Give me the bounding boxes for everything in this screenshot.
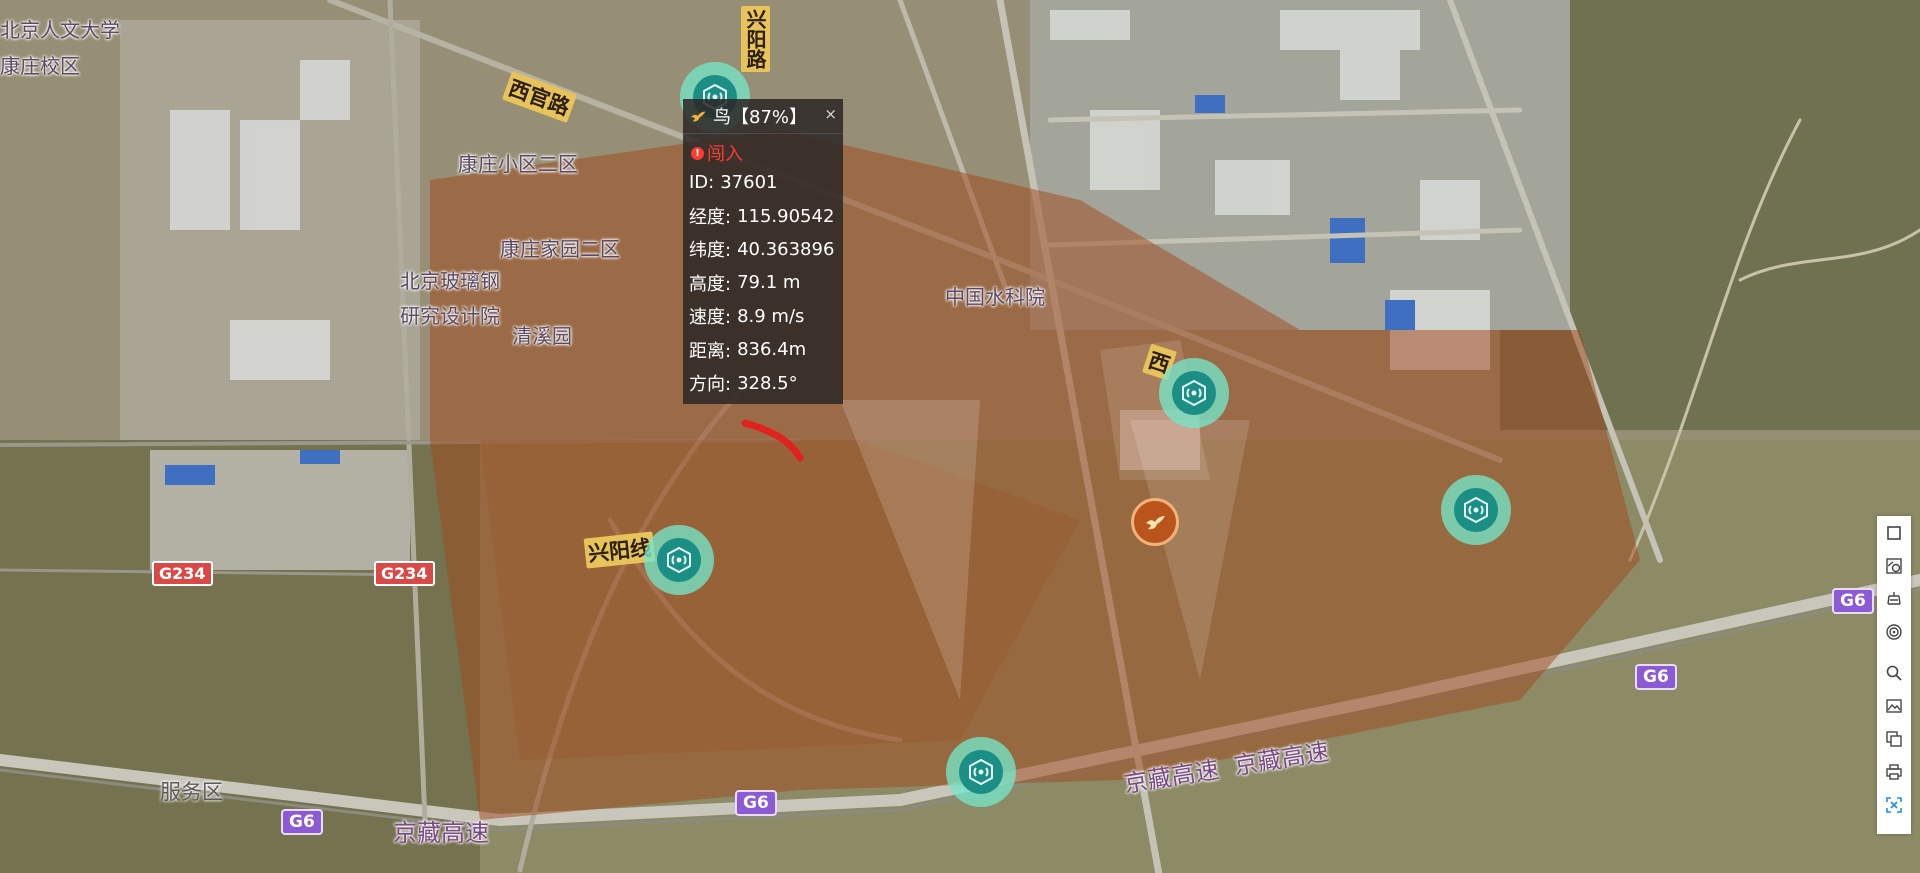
g234-shield-b: G234: [374, 561, 435, 586]
row-value: 40.363896: [737, 238, 835, 260]
target-info-popup: 鸟【87%】 × ! 闯入 ID: 37601 经度: 115.90542 纬度: 4…: [683, 99, 843, 404]
popup-row-direction: 方向: 328.5°: [689, 366, 843, 399]
popup-title-bar: 鸟【87%】: [683, 99, 843, 134]
row-key: 纬度:: [689, 240, 732, 262]
layers-button[interactable]: [1877, 722, 1911, 755]
edit-shape-button[interactable]: [1877, 549, 1911, 582]
row-key: 方向:: [689, 374, 732, 396]
printer-button[interactable]: [1877, 755, 1911, 788]
measure-icon: [1887, 591, 1901, 605]
radar-icon: [1454, 488, 1498, 532]
row-value: 37601: [720, 172, 778, 194]
edit-shape-icon: [1886, 557, 1902, 574]
radar-range-icon: [1886, 623, 1902, 640]
xingyang-road-label: 兴阳路: [741, 6, 770, 72]
radar-station-2[interactable]: [1159, 358, 1229, 428]
row-key: ID:: [689, 172, 715, 194]
row-value: 836.4m: [737, 339, 807, 361]
row-key: 速度:: [689, 307, 732, 329]
popup-row-distance: 距离: 836.4m: [689, 333, 843, 366]
radar-icon: [1172, 371, 1216, 415]
row-value: 115.90542: [737, 205, 835, 227]
qingxi-label: 清溪园: [512, 324, 572, 348]
g234-shield-a: G234: [152, 561, 213, 586]
row-key: 经度:: [689, 207, 732, 229]
map-toolbar: [1877, 516, 1911, 834]
radar-station-3[interactable]: [1441, 475, 1511, 545]
popup-row-latitude: 纬度: 40.363896: [689, 233, 843, 266]
bird-icon: [1146, 516, 1165, 530]
fullscreen-icon: [1886, 796, 1902, 813]
alert-icon: !: [691, 146, 704, 160]
university-label-line2: 康庄校区: [0, 54, 80, 78]
toolbar-divider: [1877, 648, 1911, 656]
home-label: 康庄家园二区: [500, 237, 620, 261]
bird-target-marker[interactable]: [1131, 498, 1179, 546]
alert-text: 闯入: [707, 144, 743, 165]
bird-icon: [691, 111, 706, 122]
picture-icon: [1886, 698, 1902, 713]
search-icon: [1886, 665, 1902, 681]
row-value: 328.5°: [737, 372, 798, 394]
satellite-map[interactable]: 北京人文大学 康庄校区 康庄小区二区 康庄家园二区 北京玻璃钢 研究设计院 清溪…: [0, 0, 1920, 873]
g6-shield-c: G6: [1635, 664, 1677, 690]
popup-title: 鸟【87%】: [713, 107, 808, 128]
row-key: 距离:: [689, 340, 732, 362]
community-label: 康庄小区二区: [458, 152, 578, 176]
glass-institute-label-line2: 研究设计院: [400, 304, 500, 328]
popup-row-longitude: 经度: 115.90542: [689, 199, 843, 232]
university-label-line1: 北京人文大学: [0, 18, 120, 42]
radar-range-button[interactable]: [1877, 615, 1911, 648]
radar-station-4[interactable]: [644, 525, 714, 595]
intrusion-alert: ! 闯入: [691, 140, 843, 166]
water-institute-label: 中国水科院: [945, 285, 1045, 309]
g6-shield-a: G6: [281, 809, 323, 835]
printer-icon: [1886, 763, 1902, 780]
popup-row-id: ID: 37601: [689, 166, 843, 199]
popup-close-button[interactable]: ×: [824, 105, 837, 123]
glass-institute-label-line1: 北京玻璃钢: [400, 269, 500, 293]
radar-station-5[interactable]: [946, 737, 1016, 807]
row-key: 高度:: [689, 273, 732, 295]
g6-shield-d: G6: [1832, 588, 1874, 614]
picture-button[interactable]: [1877, 689, 1911, 722]
radar-icon: [959, 750, 1003, 794]
service-area-label: 服务区: [160, 780, 223, 804]
row-value: 79.1 m: [737, 272, 801, 294]
fullscreen-button[interactable]: [1877, 788, 1911, 821]
draw-rectangle-icon: [1887, 525, 1901, 540]
layers-icon: [1886, 730, 1902, 747]
jingzang-label-1: 京藏高速: [393, 819, 489, 847]
radar-icon: [657, 538, 701, 582]
measure-button[interactable]: [1877, 582, 1911, 615]
search-button[interactable]: [1877, 656, 1911, 689]
popup-row-speed: 速度: 8.9 m/s: [689, 300, 843, 333]
map-canvas: [0, 0, 1920, 873]
row-value: 8.9 m/s: [737, 305, 805, 327]
g6-shield-b: G6: [735, 790, 777, 816]
draw-rectangle-button[interactable]: [1877, 516, 1911, 549]
popup-row-altitude: 高度: 79.1 m: [689, 266, 843, 299]
